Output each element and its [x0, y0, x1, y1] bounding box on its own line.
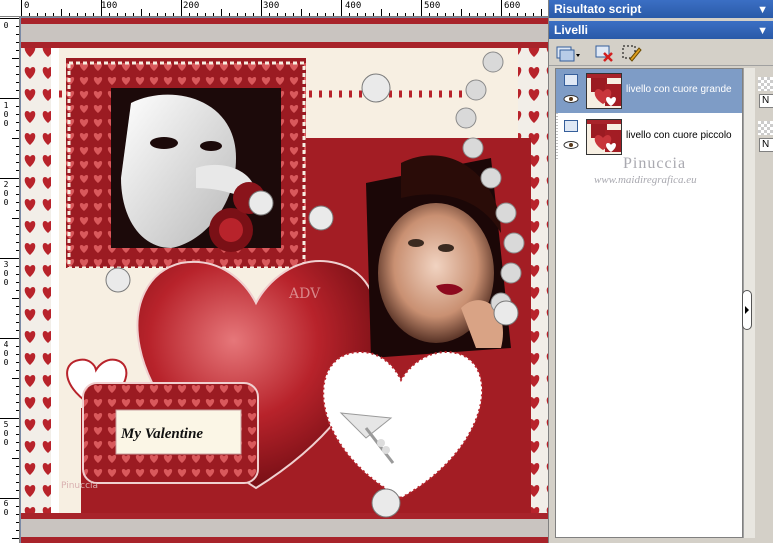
layer-type-icon: [564, 74, 578, 86]
vruler-label-200: 2 0 0: [3, 180, 9, 207]
ruler-label-300: 300: [263, 1, 280, 11]
ad-text: ADV: [288, 286, 321, 302]
transparency-swatch: [758, 77, 773, 91]
edit-selection-icon[interactable]: [621, 43, 643, 63]
vertical-ruler[interactable]: 0 1 0 0 2 0 0 3 0 0 4 0 0 5 0 0 6 0: [0, 17, 20, 543]
vruler-label-400: 4 0 0: [3, 340, 9, 367]
ruler-label-100: 100: [101, 1, 118, 11]
layers-list[interactable]: livello con cuore grande livello con cuo…: [555, 68, 743, 538]
canvas-credit: Pinuccia: [61, 481, 98, 491]
valentine-label: My Valentine: [120, 426, 203, 442]
vruler-label-500: 5 0 0: [3, 420, 9, 447]
ruler-label-600: 600: [504, 1, 521, 11]
mask-image: [111, 88, 281, 248]
script-output-title: Risultato script: [554, 2, 642, 16]
layer-properties-column: N N: [756, 68, 773, 538]
canvas-area[interactable]: 0 100 200 300 400 500 600 0 1 0 0 2 0 0 …: [0, 0, 548, 543]
side-panels: Risultato script ▼ Livelli ▼ livello con…: [548, 0, 773, 543]
ruler-label-0: 0: [24, 1, 30, 11]
collapse-tab[interactable]: [742, 290, 752, 330]
ruler-label-500: 500: [424, 1, 441, 11]
delete-layer-icon[interactable]: [593, 43, 615, 63]
blend-mode-field[interactable]: N: [759, 138, 773, 152]
horizontal-ruler[interactable]: 0 100 200 300 400 500 600: [0, 0, 548, 17]
script-output-titlebar[interactable]: Risultato script ▼: [549, 0, 773, 18]
watermark-url: www.maidiregrafica.eu: [594, 174, 697, 186]
layers-title: Livelli: [554, 23, 589, 37]
blend-mode-field[interactable]: N: [759, 94, 773, 108]
layer-type-icon: [564, 120, 578, 132]
eye-icon[interactable]: [563, 141, 579, 149]
watermark-name: Pinuccia: [623, 155, 687, 172]
layer-row-large-heart[interactable]: livello con cuore grande: [556, 69, 742, 113]
pin-icon[interactable]: ▼: [757, 22, 768, 40]
transparency-swatch: [758, 121, 773, 135]
layer-thumbnail: [586, 119, 622, 155]
new-layer-icon[interactable]: [555, 43, 580, 63]
vruler-label-600: 6 0: [3, 499, 9, 517]
eye-icon[interactable]: [563, 95, 579, 103]
layer-thumbnail: [586, 73, 622, 109]
layers-titlebar[interactable]: Livelli ▼: [549, 21, 773, 39]
ruler-label-200: 200: [183, 1, 200, 11]
document-image[interactable]: ADV My Valentine Pinuccia: [21, 18, 548, 543]
app-window: 0 100 200 300 400 500 600 0 1 0 0 2 0 0 …: [0, 0, 773, 543]
layers-toolbar: [549, 40, 773, 66]
vruler-label-0: 0: [3, 21, 9, 30]
pin-icon[interactable]: ▼: [757, 1, 768, 19]
layer-name: livello con cuore piccolo: [626, 130, 732, 141]
vruler-label-300: 3 0 0: [3, 260, 9, 287]
layer-name: livello con cuore grande: [626, 84, 732, 95]
vruler-label-100: 1 0 0: [3, 101, 9, 128]
layer-row-small-heart[interactable]: livello con cuore piccolo: [556, 115, 742, 159]
ruler-label-400: 400: [345, 1, 362, 11]
